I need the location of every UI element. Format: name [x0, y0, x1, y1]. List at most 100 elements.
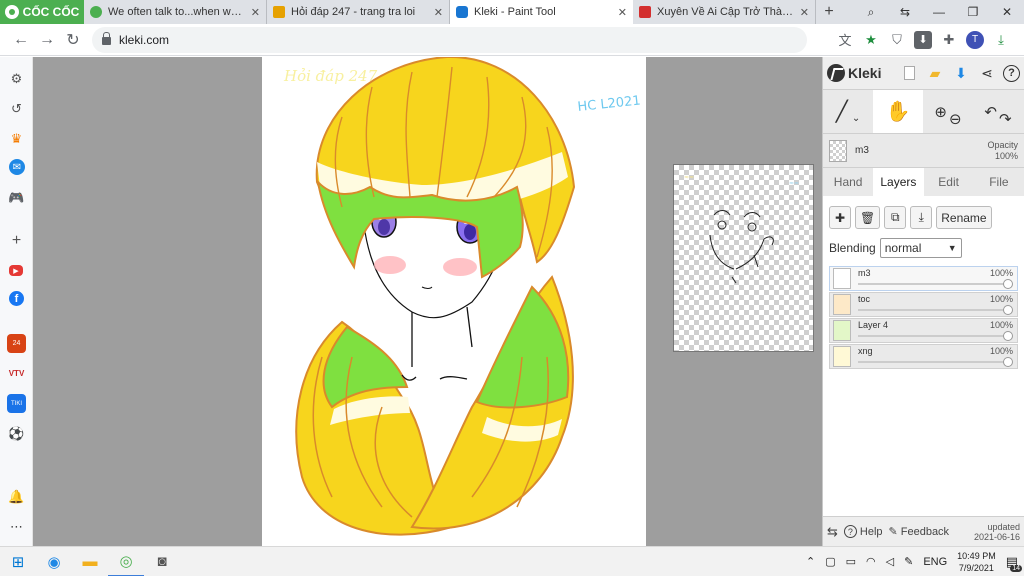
coccoc-taskbar-icon[interactable]: ◎	[108, 547, 144, 576]
tab-file[interactable]: File	[974, 168, 1024, 196]
shield-icon[interactable]: ⛉	[888, 31, 906, 49]
browser-tab-2[interactable]: Hỏi đáp 247 - trang tra loi ✕	[267, 0, 450, 24]
layer-opacity-slider[interactable]	[858, 309, 1009, 311]
blending-select[interactable]: normal ▼	[879, 238, 962, 258]
downloads-icon[interactable]: ⤓	[992, 31, 1010, 49]
swap-sides-icon[interactable]: ⇆	[827, 524, 838, 540]
layer-opacity-slider[interactable]	[858, 283, 1009, 285]
zoom-in-icon[interactable]: ⊕	[934, 103, 947, 121]
crown-icon[interactable]: ♛	[7, 129, 26, 148]
lock-icon	[102, 32, 111, 45]
save-download-icon[interactable]: ⬇	[951, 63, 971, 83]
share-icon[interactable]: ⋖	[977, 63, 997, 83]
tab-layers[interactable]: Layers	[873, 168, 924, 196]
kleki-workspace[interactable]: Hỏi đáp 247 HC L2021 ≈≈ ≈≈	[33, 57, 822, 546]
coccoc-brand[interactable]: CỐC CỐC	[0, 0, 84, 24]
slider-handle[interactable]	[1003, 331, 1013, 341]
close-icon[interactable]: ✕	[800, 6, 809, 19]
profile-avatar-icon[interactable]: T	[966, 30, 984, 49]
tab-hand[interactable]: Hand	[823, 168, 873, 196]
edge-browser-icon[interactable]: ◉	[36, 547, 72, 576]
help-icon[interactable]: ?	[1003, 64, 1020, 82]
browser-tab-3[interactable]: Kleki - Paint Tool ✕	[450, 0, 633, 24]
reload-icon[interactable]: ↻	[60, 30, 86, 50]
notification-center-icon[interactable]: ▤ 14	[1006, 554, 1022, 572]
wifi-icon[interactable]: ◠	[866, 555, 876, 568]
sports-icon[interactable]: ⚽	[7, 424, 26, 443]
gamepad-icon[interactable]: 🎮	[7, 188, 26, 207]
chevron-down-icon[interactable]: ⌄	[852, 113, 860, 124]
slider-handle[interactable]	[1003, 357, 1013, 367]
windows-start-icon[interactable]: ⊞	[0, 547, 36, 576]
kleki-logo[interactable]: Kleki	[827, 64, 881, 82]
news-24h-icon[interactable]: 24	[7, 334, 26, 353]
signature-text: Hỏi đáp 247	[283, 67, 378, 85]
back-forward-icon[interactable]: ⇆	[888, 5, 922, 19]
hand-tool-button[interactable]: ✋	[873, 90, 923, 133]
chevron-up-icon[interactable]: ⌃	[806, 555, 815, 568]
layer-opacity-slider[interactable]	[858, 335, 1009, 337]
vtv-icon[interactable]: VTV	[7, 364, 26, 383]
add-icon[interactable]: +	[7, 231, 26, 250]
close-icon[interactable]: ✕	[434, 6, 443, 19]
file-explorer-icon[interactable]: ▬	[72, 547, 108, 576]
drawing-canvas[interactable]: Hỏi đáp 247 HC L2021	[262, 57, 646, 546]
close-icon[interactable]: ✕	[618, 6, 627, 19]
restore-icon[interactable]: ❐	[956, 5, 990, 19]
feedback-link[interactable]: ✎ Feedback	[889, 525, 950, 539]
browser-tab-4[interactable]: Xuyên Về Ai Cập Trở Thành S ✕	[633, 0, 816, 24]
new-tab-button[interactable]: +	[816, 0, 842, 24]
gear-icon[interactable]: ⚙	[7, 69, 26, 88]
back-arrow-icon[interactable]: ←	[8, 31, 34, 49]
translate-icon[interactable]: 文	[836, 31, 854, 49]
history-icon[interactable]: ↺	[7, 99, 26, 118]
layer-item[interactable]: m3 100%	[829, 266, 1018, 291]
current-layer-thumbnail	[829, 139, 847, 162]
tab-edit[interactable]: Edit	[924, 168, 974, 196]
more-icon[interactable]: ⋯	[7, 517, 26, 536]
window-close-icon[interactable]: ✕	[990, 5, 1024, 19]
canvas-preview-navigator[interactable]: ≈≈ ≈≈	[673, 164, 814, 352]
messenger-icon[interactable]: ✉	[9, 159, 25, 175]
duplicate-layer-button[interactable]: ⧉	[884, 206, 907, 229]
delete-layer-button[interactable]: 🗑	[855, 206, 881, 229]
add-layer-button[interactable]: ✚	[829, 206, 851, 229]
battery-icon[interactable]: ▭	[846, 555, 856, 568]
bookmark-star-icon[interactable]: ★	[862, 31, 880, 49]
slider-handle[interactable]	[1003, 305, 1013, 315]
meet-now-icon[interactable]: ▢	[825, 555, 835, 568]
volume-icon[interactable]: ◁	[886, 555, 894, 568]
pen-icon[interactable]: ✎	[904, 555, 913, 568]
slider-handle[interactable]	[1003, 279, 1013, 289]
layer-opacity-slider[interactable]	[858, 361, 1009, 363]
address-bar[interactable]: kleki.com	[92, 26, 807, 53]
language-indicator[interactable]: ENG	[923, 556, 947, 568]
layer-item[interactable]: xng 100%	[829, 344, 1018, 369]
tab-search-icon[interactable]: ⌕	[854, 5, 888, 20]
redo-icon[interactable]: ↷	[999, 110, 1012, 128]
help-link[interactable]: ? Help	[843, 525, 883, 538]
forward-arrow-icon[interactable]: →	[34, 31, 60, 49]
download-video-icon[interactable]: ⬇	[914, 30, 932, 49]
layer-item[interactable]: toc 100%	[829, 292, 1018, 317]
undo-icon[interactable]: ↶	[984, 103, 997, 121]
layer-item[interactable]: Layer 4 100%	[829, 318, 1018, 343]
bell-icon[interactable]: 🔔	[7, 487, 26, 506]
browser-tab-1[interactable]: We often talk to...when we b ✕	[84, 0, 267, 24]
youtube-icon[interactable]: ▶	[9, 265, 23, 276]
facebook-icon[interactable]: f	[9, 291, 24, 306]
puzzle-extension-icon[interactable]: ✚	[940, 31, 958, 49]
tiki-icon[interactable]: TIKI	[7, 394, 26, 413]
new-file-icon[interactable]	[899, 63, 919, 83]
open-folder-icon[interactable]: ▰	[925, 63, 945, 83]
layer-thumbnail	[833, 294, 851, 315]
clock[interactable]: 10:49 PM 7/9/2021	[957, 550, 996, 574]
close-icon[interactable]: ✕	[251, 6, 260, 19]
camera-app-icon[interactable]: ◙	[144, 547, 180, 576]
brush-tool-button[interactable]: ╱ ⌄	[823, 90, 873, 133]
merge-layer-button[interactable]: ⤓	[910, 206, 933, 229]
opacity-display[interactable]: Opacity 100%	[987, 140, 1018, 162]
zoom-out-icon[interactable]: ⊖	[949, 110, 962, 128]
minimize-icon[interactable]: —	[922, 5, 956, 19]
rename-layer-button[interactable]: Rename	[936, 206, 992, 229]
